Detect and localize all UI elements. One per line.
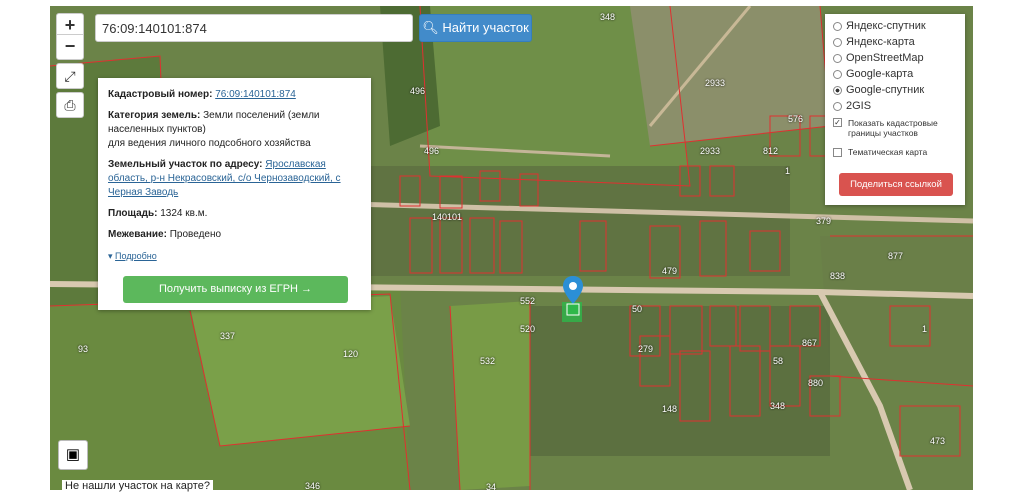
layer-option-label: Google-карта [846, 68, 914, 80]
show-borders-option[interactable]: ✓ Показать кадастровые границы участков [833, 118, 957, 138]
details-toggle[interactable]: ▾ Подробно [108, 249, 361, 263]
category-use: для ведения личного подсобного хозяйства [108, 138, 311, 149]
printer-icon: ⎙ [64, 97, 76, 113]
layer-option[interactable]: OpenStreetMap [833, 50, 957, 66]
layer-option-label: 2GIS [846, 100, 872, 112]
layer-radio[interactable] [833, 69, 842, 79]
thematic-label: Тематическая карта [848, 147, 928, 157]
search-button[interactable]: 🔍︎ Найти участок [419, 14, 532, 42]
cadastral-label: Кадастровый номер: [108, 89, 213, 100]
fullscreen-button[interactable]: ⤢ [56, 63, 84, 89]
layer-radio[interactable] [833, 21, 842, 31]
location-marker-icon[interactable] [563, 276, 583, 321]
layer-option[interactable]: 2GIS [833, 98, 957, 114]
legend-button[interactable]: ▣ [58, 440, 88, 470]
area-label: Площадь: [108, 208, 158, 219]
cadastral-number-link[interactable]: 76:09:140101:874 [215, 89, 296, 100]
layer-option-label: OpenStreetMap [846, 52, 924, 64]
area-value: 1324 кв.м. [160, 208, 208, 219]
layer-radio[interactable] [833, 37, 842, 47]
thematic-option[interactable]: Тематическая карта [833, 144, 957, 160]
details-link[interactable]: Подробно [115, 251, 157, 261]
address-label: Земельный участок по адресу: [108, 159, 263, 170]
book-icon: ▣ [65, 446, 81, 463]
search-button-label: Найти участок [442, 20, 529, 35]
layer-switcher: Яндекс-спутник Яндекс-карта OpenStreetMap G… [825, 14, 965, 205]
search-input[interactable] [95, 14, 413, 42]
caret-down-icon: ▾ [108, 251, 113, 261]
layer-radio[interactable] [833, 53, 842, 63]
survey-label: Межевание: [108, 229, 167, 240]
layer-radio[interactable] [833, 101, 842, 111]
show-borders-checkbox[interactable]: ✓ [833, 118, 842, 127]
layer-option[interactable]: Google-спутник [833, 82, 957, 98]
layer-radio[interactable] [833, 85, 842, 95]
layer-option-label: Яндекс-карта [846, 36, 915, 48]
layer-option[interactable]: Яндекс-карта [833, 34, 957, 50]
print-button[interactable]: ⎙ [56, 92, 84, 118]
thematic-checkbox[interactable] [833, 147, 842, 157]
parcel-info-popup: Кадастровый номер: 76:09:140101:874 Кате… [98, 78, 371, 310]
zoom-out-button[interactable]: − [56, 34, 84, 60]
get-egrn-button[interactable]: Получить выписку из ЕГРН → [123, 276, 348, 303]
layer-option[interactable]: Яндекс-спутник [833, 18, 957, 34]
survey-value: Проведено [169, 229, 222, 240]
show-borders-label: Показать кадастровые границы участков [848, 118, 938, 138]
not-found-link[interactable]: Не нашли участок на карте? [62, 480, 213, 492]
category-label: Категория земель: [108, 110, 201, 121]
layer-option[interactable]: Google-карта [833, 66, 957, 82]
layer-option-label: Яндекс-спутник [846, 20, 926, 32]
search-icon: 🔍︎ [422, 20, 439, 35]
expand-icon: ⤢ [64, 68, 76, 84]
layer-option-label: Google-спутник [846, 84, 925, 96]
share-link-button[interactable]: Поделиться ссылкой [839, 173, 953, 196]
